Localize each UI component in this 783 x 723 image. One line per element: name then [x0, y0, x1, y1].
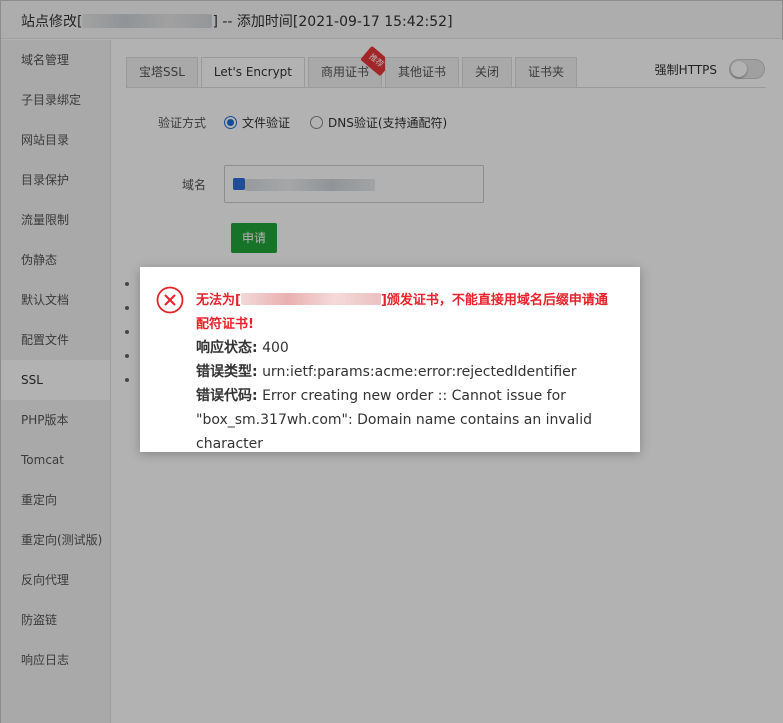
status-key: 响应状态:	[196, 340, 258, 356]
code-line: 错误代码: Error creating new order :: Cannot…	[196, 384, 626, 456]
error-title: 无法为[]颁发证书，不能直接用域名后缀申请通配符证书!	[196, 289, 616, 337]
error-title-prefix: 无法为[	[196, 293, 241, 308]
error-details: 响应状态: 400 错误类型: urn:ietf:params:acme:err…	[196, 336, 626, 456]
type-key: 错误类型:	[196, 364, 258, 380]
code-key: 错误代码:	[196, 388, 258, 404]
type-value: urn:ietf:params:acme:error:rejectedIdent…	[262, 364, 577, 380]
error-icon	[156, 286, 184, 314]
redacted-domain	[240, 293, 381, 305]
error-dialog: 无法为[]颁发证书，不能直接用域名后缀申请通配符证书! 响应状态: 400 错误…	[140, 267, 640, 452]
type-line: 错误类型: urn:ietf:params:acme:error:rejecte…	[196, 360, 626, 384]
status-value: 400	[262, 340, 289, 356]
status-line: 响应状态: 400	[196, 336, 626, 360]
